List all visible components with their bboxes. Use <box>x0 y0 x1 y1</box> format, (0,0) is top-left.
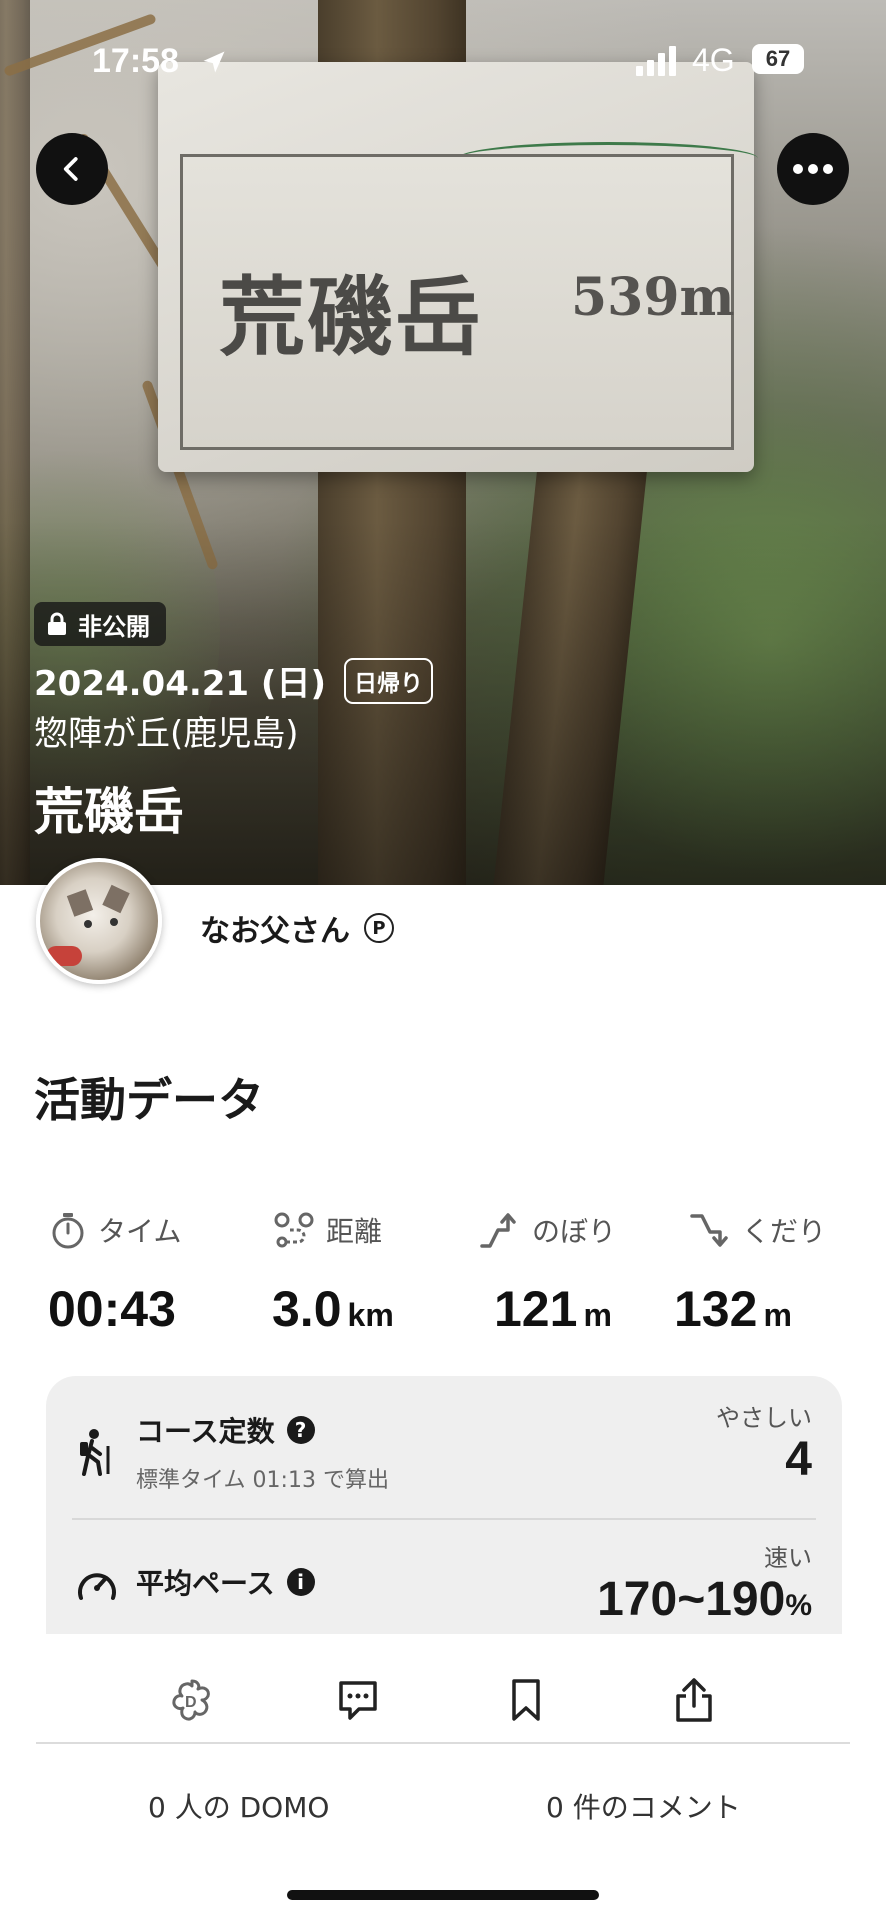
signal-icon <box>636 46 676 76</box>
hiker-icon <box>80 1429 110 1476</box>
network-type: 4G <box>692 42 735 78</box>
stat-distance: 距離 3.0 km <box>272 1210 394 1338</box>
stopwatch-icon <box>52 1213 84 1249</box>
privacy-badge: 非公開 <box>34 602 166 646</box>
activity-date-row: 2024.04.21 (日) 日帰り <box>34 656 434 705</box>
stat-value: 121 <box>494 1281 578 1337</box>
stat-label: くだり <box>742 1215 827 1248</box>
avatar[interactable] <box>36 858 162 984</box>
average-pace-unit: % <box>785 1589 812 1622</box>
comment-icon <box>339 1681 377 1720</box>
domo-count[interactable]: 0 人の DOMO <box>148 1786 329 1826</box>
activity-date: 2024.04.21 (日) <box>34 664 327 704</box>
stat-value: 3.0 <box>272 1281 342 1337</box>
average-pace-value: 170~190 <box>597 1573 786 1626</box>
location-arrow-icon <box>203 51 225 73</box>
sign-elevation: 539m <box>571 267 735 328</box>
stat-unit: m <box>583 1297 612 1333</box>
cover-photo: 荒磯岳 539m 17:58 4G 67 非公開 2024.04.21 (日) … <box>0 0 886 885</box>
comment-count[interactable]: 0 件のコメント <box>546 1786 741 1826</box>
lock-icon <box>48 612 66 635</box>
ellipsis-icon <box>793 164 833 174</box>
stat-value: 00:43 <box>48 1281 176 1337</box>
bottom-action-bar: D 0 人の DOMO 0 件のコメント <box>0 1634 886 1920</box>
more-options-button[interactable] <box>777 133 849 205</box>
user-name: なお父さん <box>200 914 350 949</box>
course-constant-subtitle: 標準タイム 01:13 で算出 <box>136 1468 389 1493</box>
bookmark-icon <box>512 1679 540 1721</box>
trip-type-badge: 日帰り <box>344 657 434 704</box>
stat-value: 132 <box>674 1281 758 1337</box>
descent-icon <box>690 1214 728 1247</box>
home-indicator <box>287 1890 599 1900</box>
share-button[interactable] <box>662 1668 726 1732</box>
bookmark-button[interactable] <box>494 1668 558 1732</box>
course-info-card: コース定数 ? 標準タイム 01:13 で算出 やさしい 4 平均ペース i 速… <box>46 1376 842 1676</box>
status-time: 17:58 <box>92 42 179 80</box>
domo-button[interactable]: D <box>160 1668 224 1732</box>
speed-label: 速い <box>764 1544 812 1572</box>
ascent-icon <box>480 1213 516 1248</box>
stat-ascent: のぼり 121 m <box>478 1210 616 1338</box>
course-constant-value: 4 <box>785 1433 812 1486</box>
average-pace-title: 平均ペース <box>136 1567 275 1600</box>
course-constant-title: コース定数 <box>136 1415 275 1448</box>
stat-label: 距離 <box>326 1215 383 1248</box>
route-icon <box>274 1212 314 1248</box>
help-icon[interactable]: ? <box>286 1416 315 1444</box>
comment-button[interactable] <box>326 1668 390 1732</box>
status-bar: 17:58 4G 67 <box>0 40 886 90</box>
stat-time: タイム 00:43 <box>48 1210 181 1338</box>
domo-icon: D <box>172 1679 210 1721</box>
difficulty-label: やさしい <box>716 1404 812 1432</box>
stat-unit: km <box>347 1297 394 1333</box>
sign-name: 荒磯岳 <box>219 267 483 368</box>
stat-label: タイム <box>98 1215 182 1248</box>
premium-badge: P <box>364 913 394 943</box>
svg-text:D: D <box>185 1694 197 1711</box>
back-button[interactable] <box>36 133 108 205</box>
share-icon <box>676 1678 712 1722</box>
info-icon[interactable]: i <box>286 1568 315 1596</box>
section-title: 活動データ <box>34 1073 264 1127</box>
stat-label: のぼり <box>532 1215 617 1248</box>
user-name-row[interactable]: なお父さん P <box>200 906 394 950</box>
stat-unit: m <box>763 1297 792 1333</box>
privacy-label: 非公開 <box>78 612 150 641</box>
summit-sign: 荒磯岳 539m <box>158 62 758 472</box>
speedometer-icon <box>78 1573 116 1600</box>
chevron-left-icon <box>63 157 78 181</box>
activity-title: 荒磯岳 <box>34 783 184 841</box>
activity-region: 惣陣が丘(鹿児島) <box>34 714 299 754</box>
battery-icon: 67 <box>752 44 804 74</box>
stat-descent: くだり 132 m <box>674 1210 827 1338</box>
